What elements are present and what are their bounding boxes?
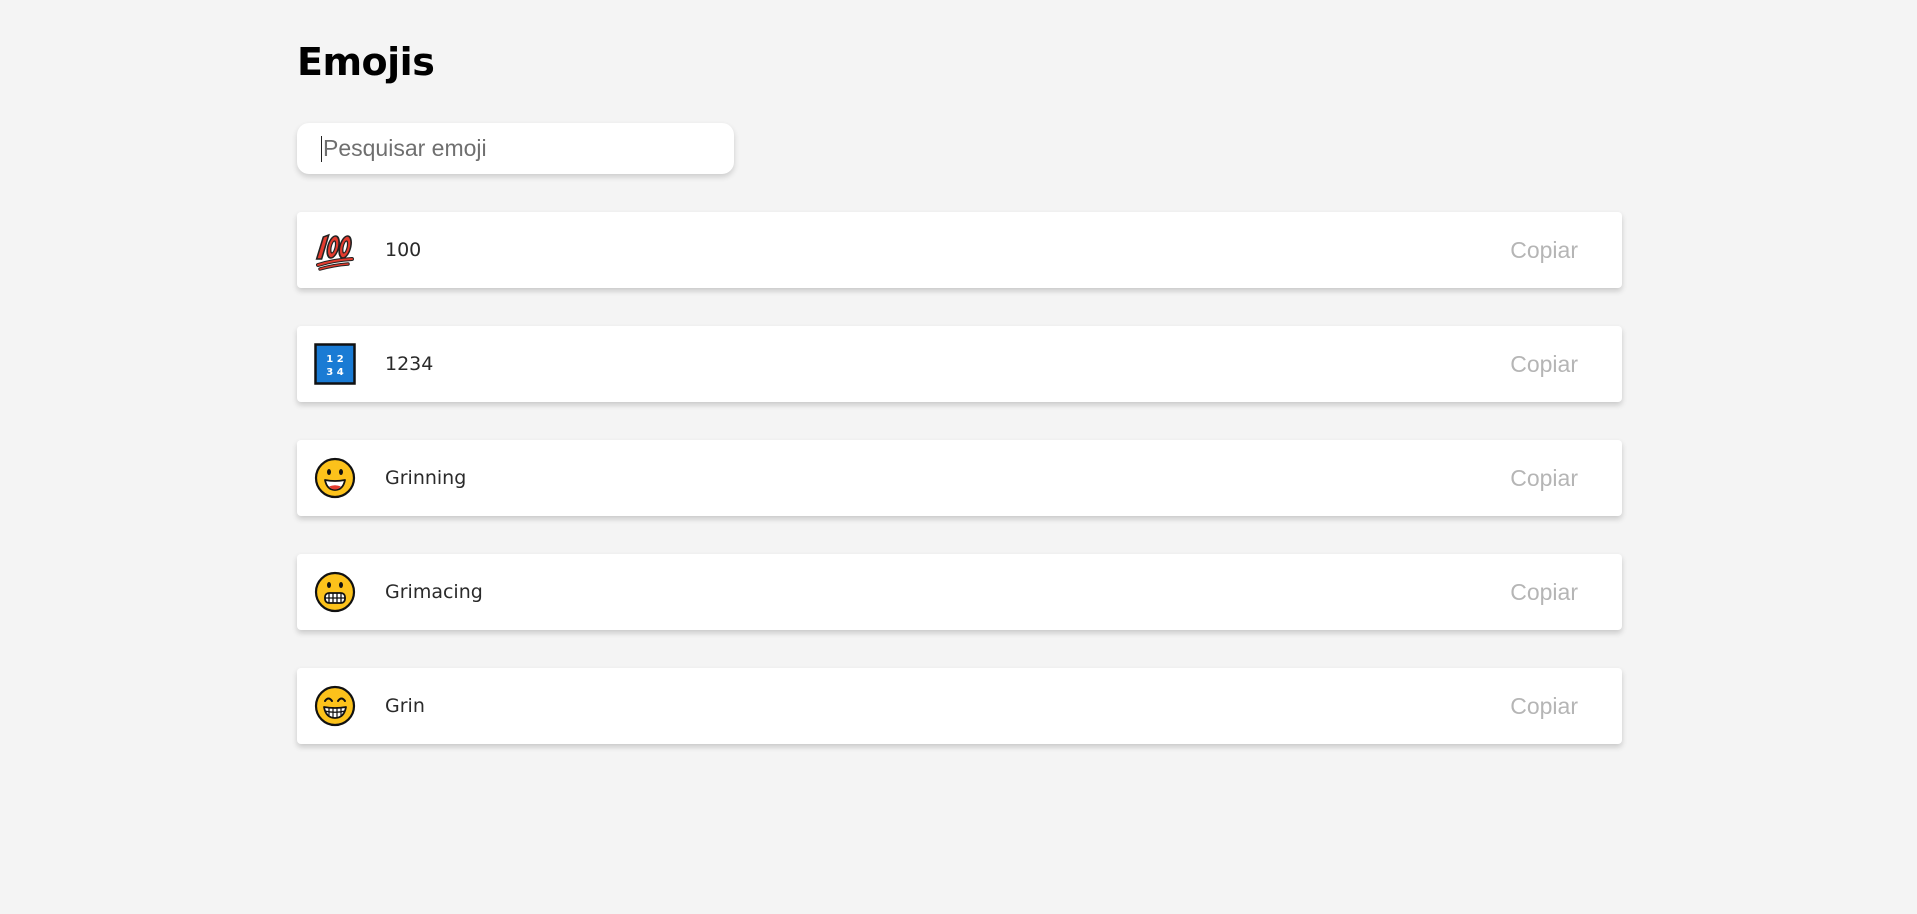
emoji-name: Grinning bbox=[385, 467, 467, 489]
list-item: 100 Copiar bbox=[297, 212, 1622, 288]
text-cursor bbox=[321, 136, 322, 162]
grimacing-face-icon bbox=[314, 571, 356, 613]
grinning-face-icon bbox=[314, 457, 356, 499]
grin-face-icon bbox=[314, 685, 356, 727]
emoji-list: 100 Copiar 1 2 3 4 1234 Copiar Grinning bbox=[297, 212, 1622, 782]
svg-text:3 4: 3 4 bbox=[326, 367, 343, 378]
search-input[interactable] bbox=[297, 123, 734, 174]
copy-button[interactable]: Copiar bbox=[1510, 440, 1578, 516]
emoji-name: 1234 bbox=[385, 353, 434, 375]
page-title: Emojis bbox=[297, 40, 435, 84]
list-item: 1 2 3 4 1234 Copiar bbox=[297, 326, 1622, 402]
emoji-name: Grimacing bbox=[385, 581, 483, 603]
copy-button[interactable]: Copiar bbox=[1510, 212, 1578, 288]
emoji-name: Grin bbox=[385, 695, 425, 717]
search-box[interactable] bbox=[297, 123, 734, 174]
list-item: Grin Copiar bbox=[297, 668, 1622, 744]
input-numbers-icon: 1 2 3 4 bbox=[314, 343, 356, 385]
copy-button[interactable]: Copiar bbox=[1510, 668, 1578, 744]
hundred-points-icon bbox=[315, 233, 354, 271]
copy-button[interactable]: Copiar bbox=[1510, 554, 1578, 630]
svg-text:1 2: 1 2 bbox=[326, 354, 343, 365]
list-item: Grinning Copiar bbox=[297, 440, 1622, 516]
list-item: Grimacing Copiar bbox=[297, 554, 1622, 630]
copy-button[interactable]: Copiar bbox=[1510, 326, 1578, 402]
emoji-name: 100 bbox=[385, 239, 422, 261]
